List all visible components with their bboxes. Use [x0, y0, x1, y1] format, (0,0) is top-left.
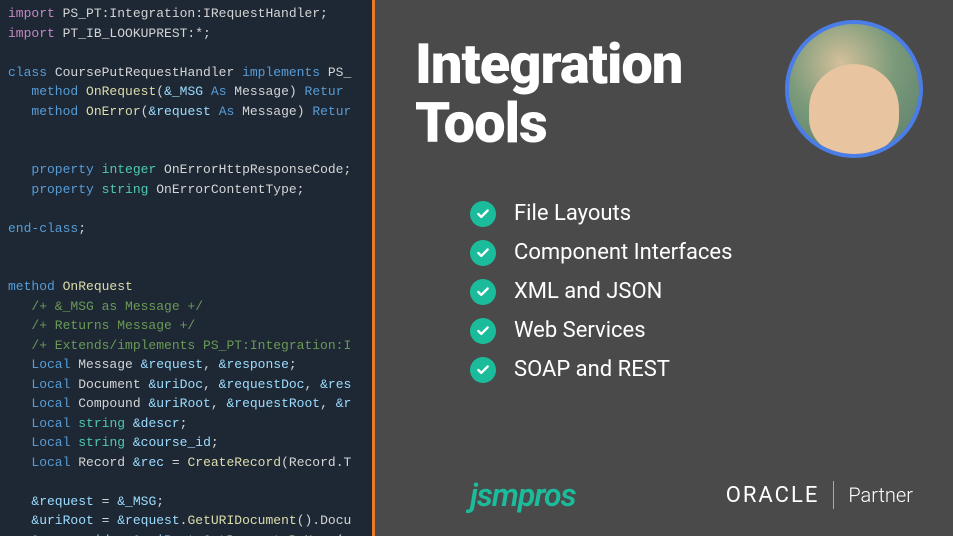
- title-line-2: Tools: [415, 90, 547, 156]
- code-line: method OnRequest(&_MSG As Message) Retur: [8, 82, 372, 102]
- feature-item: SOAP and REST: [470, 357, 913, 383]
- feature-label: XML and JSON: [514, 279, 662, 304]
- feature-label: Component Interfaces: [514, 240, 732, 265]
- code-line: &course_id = &uriRoot.GetPropertyByName(: [8, 531, 372, 536]
- feature-item: Component Interfaces: [470, 240, 913, 266]
- feature-item: Web Services: [470, 318, 913, 344]
- code-line: [8, 238, 372, 258]
- code-line: method OnRequest: [8, 277, 372, 297]
- code-line: [8, 199, 372, 219]
- code-line: &uriRoot = &request.GetURIDocument().Doc…: [8, 511, 372, 531]
- code-line: /+ &_MSG as Message +/: [8, 297, 372, 317]
- code-line: Local Message &request, &response;: [8, 355, 372, 375]
- code-line: [8, 121, 372, 141]
- presenter-avatar: [785, 20, 923, 158]
- code-line: Local string &course_id;: [8, 433, 372, 453]
- feature-label: SOAP and REST: [514, 357, 670, 382]
- oracle-logo: ORACLE: [726, 483, 820, 508]
- oracle-partner-badge: ORACLE Partner: [726, 481, 913, 509]
- partner-label: Partner: [848, 483, 913, 507]
- feature-label: File Layouts: [514, 201, 631, 226]
- check-icon: [470, 240, 496, 266]
- feature-item: XML and JSON: [470, 279, 913, 305]
- check-icon: [470, 279, 496, 305]
- code-line: [8, 258, 372, 278]
- code-line: /+ Returns Message +/: [8, 316, 372, 336]
- feature-list: File Layouts Component Interfaces XML and …: [470, 201, 913, 383]
- feature-item: File Layouts: [470, 201, 913, 227]
- code-line: [8, 141, 372, 161]
- code-line: /+ Extends/implements PS_PT:Integration:…: [8, 336, 372, 356]
- divider: [833, 481, 834, 509]
- code-line: property string OnErrorContentType;: [8, 180, 372, 200]
- check-icon: [470, 318, 496, 344]
- code-line: Local Record &rec = CreateRecord(Record.…: [8, 453, 372, 473]
- check-icon: [470, 357, 496, 383]
- code-line: &request = &_MSG;: [8, 492, 372, 512]
- code-line: Local Compound &uriRoot, &requestRoot, &…: [8, 394, 372, 414]
- code-line: Local Document &uriDoc, &requestDoc, &re…: [8, 375, 372, 395]
- code-line: property integer OnErrorHttpResponseCode…: [8, 160, 372, 180]
- slide-footer: jsmpros ORACLE Partner: [415, 476, 913, 514]
- check-icon: [470, 201, 496, 227]
- jsmpros-logo: jsmpros: [470, 476, 576, 514]
- code-line: class CoursePutRequestHandler implements…: [8, 63, 372, 83]
- code-line: [8, 472, 372, 492]
- content-panel: Integration Tools File Layouts Component …: [375, 0, 953, 536]
- feature-label: Web Services: [514, 318, 646, 343]
- code-snippet-panel: import PS_PT:Integration:IRequestHandler…: [0, 0, 375, 536]
- code-line: [8, 43, 372, 63]
- code-line: method OnError(&request As Message) Retu…: [8, 102, 372, 122]
- code-line: import PT_IB_LOOKUPREST:*;: [8, 24, 372, 44]
- code-line: Local string &descr;: [8, 414, 372, 434]
- code-line: end-class;: [8, 219, 372, 239]
- title-line-1: Integration: [415, 31, 682, 97]
- code-line: import PS_PT:Integration:IRequestHandler…: [8, 4, 372, 24]
